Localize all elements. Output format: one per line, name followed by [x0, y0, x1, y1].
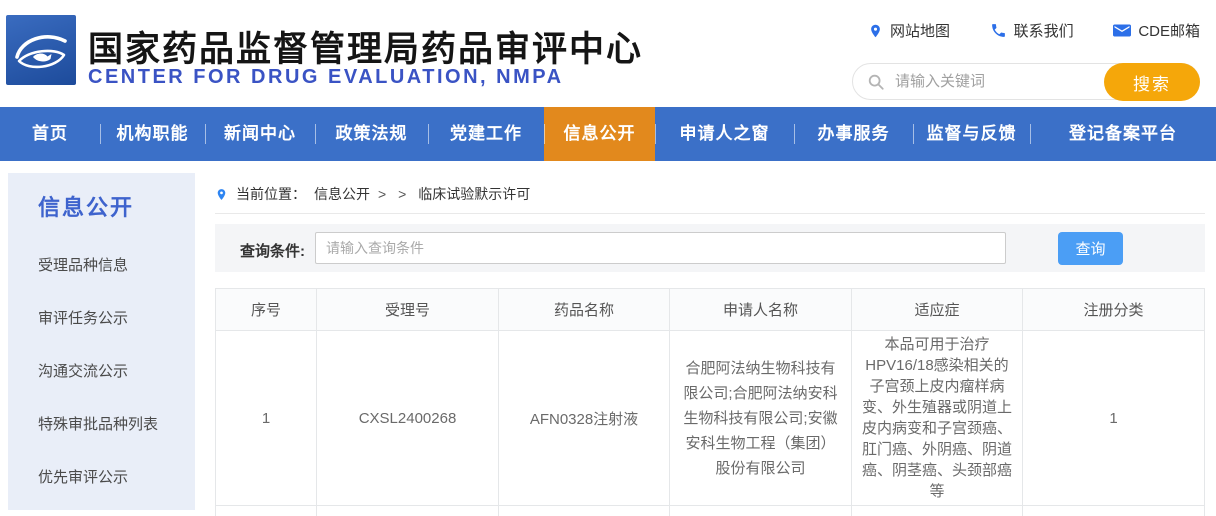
nav-item-services[interactable]: 办事服务 [794, 107, 913, 161]
nav-item-registration-platform[interactable]: 登记备案平台 [1030, 107, 1216, 161]
sidebar-item-priority-review[interactable]: 优先审评公示 [38, 466, 195, 487]
nav-item-applicant-window[interactable]: 申请人之窗 [655, 107, 794, 161]
main-nav: 首页 机构职能 新闻中心 政策法规 党建工作 信息公开 申请人之窗 办事服务 监… [0, 107, 1216, 161]
site-search-button[interactable]: 搜索 [1104, 63, 1200, 101]
envelope-icon [1113, 24, 1132, 37]
breadcrumb-current[interactable]: 临床试验默示许可 [418, 184, 530, 204]
cell-registration-class: 1 [1022, 330, 1205, 506]
location-pin-icon [871, 24, 880, 37]
column-header-drug-name: 药品名称 [498, 288, 670, 331]
nav-item-news-center[interactable]: 新闻中心 [205, 107, 315, 161]
contact-us-link[interactable]: 联系我们 [990, 20, 1074, 41]
query-label: 查询条件: [240, 243, 305, 260]
breadcrumb-separator: > > [378, 186, 411, 202]
table-row-partial [215, 505, 1205, 516]
nav-item-supervision-feedback[interactable]: 监督与反馈 [913, 107, 1030, 161]
sidebar-item-special-approval[interactable]: 特殊审批品种列表 [38, 413, 195, 434]
breadcrumb-section[interactable]: 信息公开 [314, 184, 370, 204]
cell-drug-name: AFN0328注射液 [498, 330, 670, 506]
contact-us-label: 联系我们 [1013, 23, 1074, 40]
table-header-row: 序号 受理号 药品名称 申请人名称 适应症 注册分类 [215, 288, 1205, 331]
column-header-acceptance-no: 受理号 [316, 288, 499, 331]
cell-indication: 本品可用于治疗HPV16/18感染相关的子宫颈上皮内瘤样病变、外生殖器或阴道上皮… [851, 330, 1023, 506]
results-table: 序号 受理号 药品名称 申请人名称 适应症 注册分类 1 CXSL2400268… [215, 288, 1205, 516]
column-header-indication: 适应症 [851, 288, 1023, 331]
phone-icon [991, 24, 1005, 37]
column-header-registration-class: 注册分类 [1022, 288, 1205, 331]
cde-logo[interactable] [6, 15, 76, 85]
search-icon [868, 74, 884, 90]
nav-item-org-functions[interactable]: 机构职能 [100, 107, 205, 161]
page: 国家药品监督管理局药品审评中心 CENTER FOR DRUG EVALUATI… [0, 0, 1216, 516]
sidebar-item-review-tasks[interactable]: 审评任务公示 [38, 307, 195, 328]
site-title: 国家药品监督管理局药品审评中心 [88, 30, 644, 69]
header-quick-links: 网站地图 联系我们 CDE邮箱 [868, 20, 1200, 41]
site-search-input[interactable] [895, 65, 1095, 98]
cell-applicant: 合肥阿法纳生物科技有限公司;合肥阿法纳安科生物科技有限公司;安徽安科生物工程（集… [669, 330, 852, 506]
breadcrumb: 当前位置： 信息公开 > > 临床试验默示许可 [215, 175, 1205, 214]
breadcrumb-pin-icon [217, 188, 226, 200]
main-content: 当前位置： 信息公开 > > 临床试验默示许可 查询条件: 查询 序号 受理号 药… [215, 175, 1205, 516]
site-search: 搜索 [852, 63, 1200, 101]
nav-item-home[interactable]: 首页 [0, 107, 100, 161]
cde-mail-link[interactable]: CDE邮箱 [1113, 20, 1200, 41]
cde-mail-label: CDE邮箱 [1138, 23, 1200, 40]
site-subtitle: CENTER FOR DRUG EVALUATION, NMPA [88, 66, 564, 88]
nav-item-info-disclosure[interactable]: 信息公开 [544, 107, 655, 161]
sitemap-label: 网站地图 [890, 23, 951, 40]
cell-seq: 1 [215, 330, 317, 506]
sidebar: 信息公开 受理品种信息 审评任务公示 沟通交流公示 特殊审批品种列表 优先审评公… [8, 173, 195, 510]
cell-acceptance-no: CXSL2400268 [316, 330, 499, 506]
sidebar-item-accepted-varieties[interactable]: 受理品种信息 [38, 254, 195, 275]
nav-item-policies[interactable]: 政策法规 [315, 107, 428, 161]
sitemap-link[interactable]: 网站地图 [868, 20, 950, 41]
nav-item-party-building[interactable]: 党建工作 [428, 107, 544, 161]
query-bar: 查询条件: 查询 [215, 224, 1205, 272]
query-input[interactable] [315, 232, 1006, 264]
table-row: 1 CXSL2400268 AFN0328注射液 合肥阿法纳生物科技有限公司;合… [215, 330, 1205, 506]
column-header-applicant: 申请人名称 [669, 288, 852, 331]
sidebar-item-communication[interactable]: 沟通交流公示 [38, 360, 195, 381]
sidebar-title: 信息公开 [38, 195, 135, 220]
query-button[interactable]: 查询 [1058, 232, 1123, 265]
column-header-seq: 序号 [215, 288, 317, 331]
breadcrumb-prefix: 当前位置： [236, 186, 306, 202]
cde-logo-icon [15, 35, 67, 69]
